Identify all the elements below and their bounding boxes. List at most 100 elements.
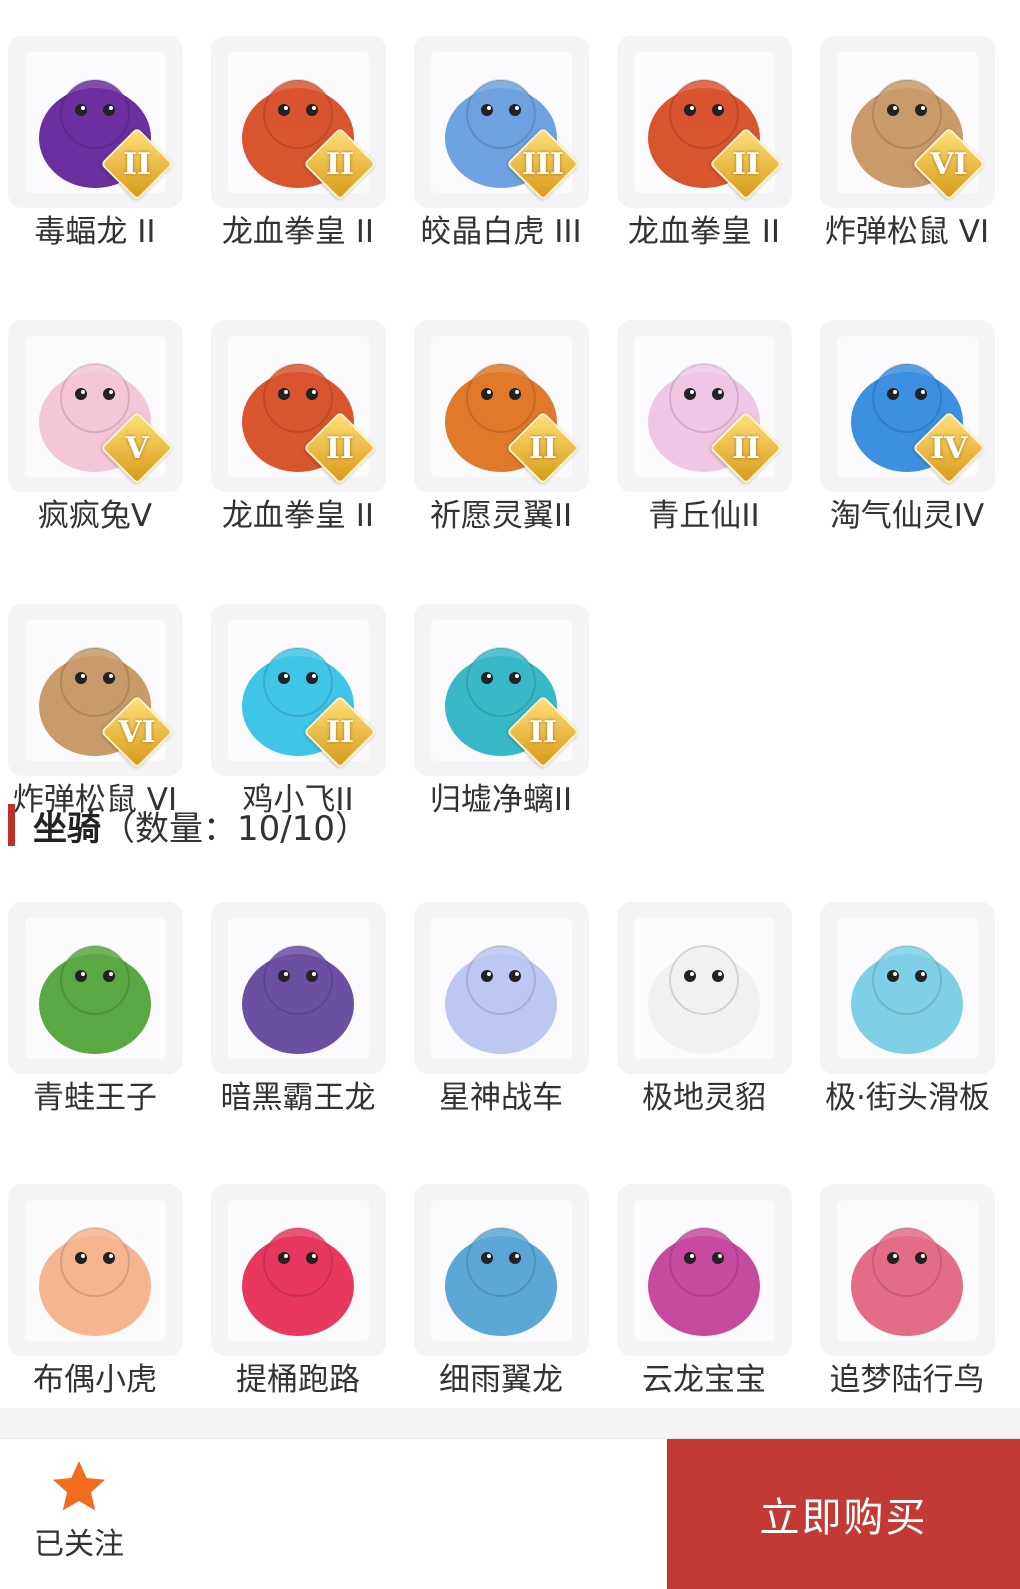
skateboard-icon: [837, 918, 978, 1059]
item-thumbnail: II: [211, 604, 386, 776]
tier-badge-label: II: [325, 714, 355, 750]
item-name: 青蛙王子: [33, 1080, 157, 1116]
tier-badge-label: VI: [930, 146, 968, 182]
toy-tiger-icon: [25, 1200, 166, 1341]
item-thumbnail: VI: [820, 36, 995, 208]
dream-bird-icon: [837, 1200, 978, 1341]
tier-badge-label: VI: [118, 714, 156, 750]
pterosaur-icon: [431, 1200, 572, 1341]
item-name: 提桶跑路: [236, 1362, 360, 1398]
item-art: [228, 918, 369, 1059]
item-card[interactable]: III 皎晶白虎 III: [414, 36, 589, 252]
mounts-grid-row-1: 青蛙王子 暗黑霸王龙 星神战车 极地灵貂 极·街头滑板: [0, 902, 1020, 1182]
item-thumbnail: VI: [8, 604, 183, 776]
tier-badge-label: II: [528, 430, 558, 466]
item-card[interactable]: II 龙血拳皇 II: [211, 320, 386, 536]
item-card[interactable]: II 龙血拳皇 II: [211, 36, 386, 252]
item-name: 追梦陆行鸟: [829, 1362, 985, 1398]
item-name: 归墟净螭II: [429, 782, 573, 818]
buckets-icon: [228, 1200, 369, 1341]
item-card[interactable]: IV 淘气仙灵IV: [820, 320, 995, 536]
item-thumbnail: [617, 1184, 792, 1356]
tier-badge-label: II: [731, 430, 761, 466]
item-name: 龙血拳皇 II: [221, 214, 375, 250]
follow-button[interactable]: 已关注: [24, 1457, 134, 1563]
item-card[interactable]: 极·街头滑板: [820, 902, 995, 1182]
item-name: 暗黑霸王龙: [220, 1080, 376, 1116]
follow-label: 已关注: [34, 1527, 124, 1562]
item-card[interactable]: 极地灵貂: [617, 902, 792, 1182]
item-name: 毒蝠龙 II: [34, 214, 156, 250]
mounts-section-header: 坐骑 （数量：10/10）: [8, 800, 369, 850]
frog-prince-icon: [25, 918, 166, 1059]
item-name: 青丘仙II: [648, 498, 760, 534]
item-thumbnail: [617, 902, 792, 1074]
item-thumbnail: II: [617, 36, 792, 208]
item-card[interactable]: II 归墟净螭II: [414, 604, 589, 820]
item-name: 疯疯兔V: [37, 498, 153, 534]
item-name: 极·街头滑板: [825, 1080, 990, 1116]
tier-badge-label: II: [122, 146, 152, 182]
star-icon: [53, 1461, 105, 1511]
item-art: [25, 1200, 166, 1341]
item-card[interactable]: 暗黑霸王龙: [211, 902, 386, 1182]
tier-badge-label: IV: [930, 430, 968, 466]
item-thumbnail: IV: [820, 320, 995, 492]
item-card[interactable]: II 鸡小飞II: [211, 604, 386, 820]
item-thumbnail: [414, 902, 589, 1074]
item-card[interactable]: 青蛙王子: [8, 902, 183, 1182]
item-name: 极地灵貂: [642, 1080, 766, 1116]
section-title: 坐骑: [33, 808, 101, 849]
item-name: 细雨翼龙: [439, 1362, 563, 1398]
tier-badge-label: II: [325, 430, 355, 466]
item-thumbnail: [8, 1184, 183, 1356]
item-art: [837, 1200, 978, 1341]
item-name: 龙血拳皇 II: [221, 498, 375, 534]
item-name: 皎晶白虎 III: [420, 214, 582, 250]
item-card[interactable]: II 毒蝠龙 II: [8, 36, 183, 252]
item-name: 布偶小虎: [33, 1362, 157, 1398]
item-thumbnail: V: [8, 320, 183, 492]
item-thumbnail: III: [414, 36, 589, 208]
tier-badge-label: III: [521, 146, 565, 182]
tier-badge-label: II: [325, 146, 355, 182]
pets-grid: II 毒蝠龙 II II 龙血拳皇 II III 皎晶白虎 III II 龙血拳皇 II VI 炸…: [0, 36, 1020, 820]
item-thumbnail: II: [617, 320, 792, 492]
item-thumbnail: [211, 1184, 386, 1356]
item-name: 星神战车: [439, 1080, 563, 1116]
item-card[interactable]: II 龙血拳皇 II: [617, 36, 792, 252]
item-name: 炸弹松鼠 VI: [824, 214, 990, 250]
item-card[interactable]: VI 炸弹松鼠 VI: [820, 36, 995, 252]
item-name: 云龙宝宝: [642, 1362, 766, 1398]
star-horse-icon: [431, 918, 572, 1059]
section-count: （数量：10/10）: [101, 808, 369, 849]
buy-now-button[interactable]: 立即购买: [667, 1439, 1020, 1589]
tier-badge-label: V: [125, 430, 149, 466]
dark-trex-icon: [228, 918, 369, 1059]
item-thumbnail: II: [211, 36, 386, 208]
item-art: [634, 1200, 775, 1341]
section-accent-bar: [8, 804, 15, 846]
item-art: [228, 1200, 369, 1341]
item-thumbnail: II: [8, 36, 183, 208]
item-thumbnail: [820, 902, 995, 1074]
tier-badge-label: II: [731, 146, 761, 182]
item-thumbnail: [820, 1184, 995, 1356]
item-thumbnail: II: [211, 320, 386, 492]
tier-badge-label: II: [528, 714, 558, 750]
item-card[interactable]: V 疯疯兔V: [8, 320, 183, 536]
item-card[interactable]: VI 炸弹松鼠 VI: [8, 604, 183, 820]
item-thumbnail: [211, 902, 386, 1074]
item-thumbnail: II: [414, 604, 589, 776]
item-thumbnail: II: [414, 320, 589, 492]
item-name: 淘气仙灵IV: [829, 498, 985, 534]
item-art: [25, 918, 166, 1059]
item-art: [837, 918, 978, 1059]
bottom-divider-gap: [0, 1408, 1020, 1438]
item-card[interactable]: II 祈愿灵翼II: [414, 320, 589, 536]
item-card[interactable]: 星神战车: [414, 902, 589, 1182]
item-card[interactable]: II 青丘仙II: [617, 320, 792, 536]
item-name: 龙血拳皇 II: [627, 214, 781, 250]
cloud-dragon-icon: [634, 1200, 775, 1341]
bottom-action-bar: 已关注 立即购买: [0, 1438, 1020, 1589]
